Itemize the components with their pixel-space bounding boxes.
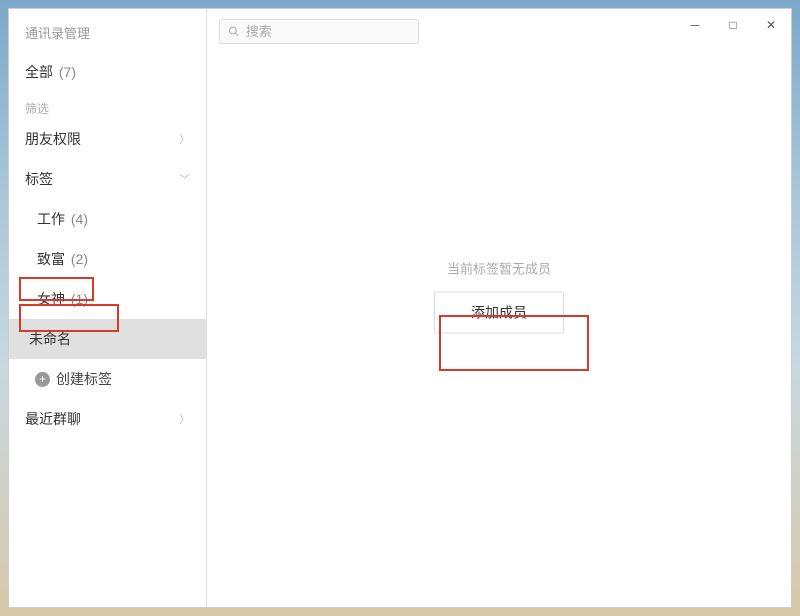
tag-item-wealth[interactable]: 致富 (2) [9, 239, 206, 279]
create-tag-button[interactable]: + 创建标签 [9, 359, 206, 399]
tag-item-work[interactable]: 工作 (4) [9, 199, 206, 239]
create-tag-label: 创建标签 [56, 369, 112, 389]
tag-label: 致富 [37, 251, 65, 267]
maximize-button[interactable]: □ [723, 15, 743, 35]
tag-count: (2) [71, 251, 88, 267]
close-button[interactable]: ✕ [761, 15, 781, 35]
tag-count: (1) [71, 291, 88, 307]
search-box[interactable] [219, 19, 419, 44]
add-member-button[interactable]: 添加成员 [434, 292, 564, 334]
sidebar: 通讯录管理 全部 (7) 筛选 朋友权限 〉 标签 ﹀ 工作 (4) 致富 ( [9, 9, 207, 607]
tag-item-unnamed[interactable]: 未命名 [9, 319, 206, 359]
friend-perm-label: 朋友权限 [25, 129, 81, 149]
window-title: 通讯录管理 [9, 9, 206, 52]
window-controls: － □ ✕ [685, 15, 781, 35]
all-count: (7) [59, 64, 76, 80]
sidebar-item-tags[interactable]: 标签 ﹀ [9, 159, 206, 199]
tags-label: 标签 [25, 169, 53, 189]
recent-group-label: 最近群聊 [25, 409, 81, 429]
sidebar-item-friend-permission[interactable]: 朋友权限 〉 [9, 119, 206, 159]
sidebar-item-recent-group[interactable]: 最近群聊 〉 [9, 399, 206, 439]
main-area: － □ ✕ 当前标签暂无成员 添加成员 [207, 9, 791, 607]
tag-label: 女神 [37, 291, 65, 307]
filter-section-label: 筛选 [9, 92, 206, 119]
chevron-down-icon: ﹀ [179, 171, 190, 187]
chevron-right-icon: 〉 [179, 411, 190, 427]
empty-state: 当前标签暂无成员 添加成员 [434, 259, 564, 334]
tag-label: 未命名 [29, 331, 71, 347]
tag-item-goddess[interactable]: 女神 (1) [9, 279, 206, 319]
search-icon [228, 25, 240, 38]
plus-icon: + [35, 372, 50, 387]
sidebar-item-all[interactable]: 全部 (7) [9, 52, 206, 92]
app-window: 通讯录管理 全部 (7) 筛选 朋友权限 〉 标签 ﹀ 工作 (4) 致富 ( [8, 8, 792, 608]
search-input[interactable] [246, 24, 410, 39]
tag-label: 工作 [37, 211, 65, 227]
all-label: 全部 [25, 64, 53, 80]
minimize-button[interactable]: － [685, 15, 705, 35]
chevron-right-icon: 〉 [179, 131, 190, 147]
empty-state-text: 当前标签暂无成员 [434, 259, 564, 278]
tag-count: (4) [71, 211, 88, 227]
